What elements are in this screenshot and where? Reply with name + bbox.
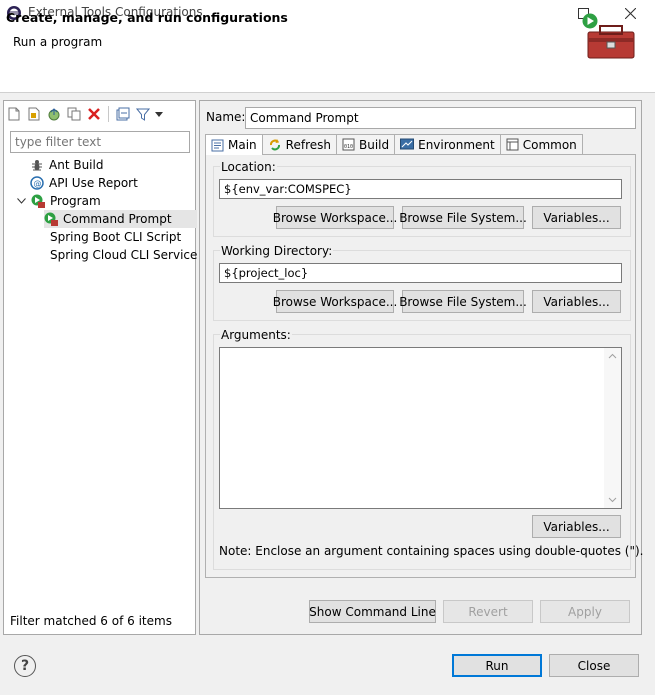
tab-common[interactable]: Common [499,134,583,154]
header-subtitle: Run a program [13,35,103,49]
location-browse-workspace-button[interactable]: Browse Workspace... [273,206,397,229]
svg-text:@: @ [34,179,42,188]
filter-status: Filter matched 6 of 6 items [10,614,172,628]
tree-item-label: Spring Cloud CLI Service [50,248,198,262]
arguments-scrollbar[interactable] [604,348,621,508]
program-icon [31,194,45,208]
filter-icon [136,108,150,121]
chevron-down-icon [155,111,163,117]
arguments-note: Note: Enclose an argument containing spa… [219,544,644,558]
filter-button[interactable] [134,105,152,123]
collapse-all-button[interactable] [114,105,132,123]
tab-main[interactable]: Main [205,134,263,155]
revert-button[interactable]: Revert [443,600,533,623]
delete-icon [88,108,100,120]
tab-build[interactable]: 010 Build [335,134,396,154]
arguments-label: Arguments: [220,328,292,342]
tree-item-label: Ant Build [49,158,104,172]
workdir-variables-button[interactable]: Variables... [532,290,621,313]
toolbox-run-icon [582,12,637,62]
apply-button[interactable]: Apply [540,600,630,623]
duplicate-button[interactable] [65,105,83,123]
ant-icon [30,158,44,172]
new-configuration-button[interactable] [5,105,23,123]
tab-label: Main [228,138,257,152]
tab-label: Common [522,137,577,152]
refresh-icon [269,138,280,150]
tree-item-label: Spring Boot CLI Script [50,230,182,244]
tree-item-command-prompt[interactable]: Command Prompt [44,210,198,228]
tab-label: Refresh [285,137,331,152]
filter-input[interactable] [10,131,190,153]
view-menu-button[interactable] [154,105,164,123]
help-icon[interactable]: ? [14,655,36,677]
working-directory-label: Working Directory: [220,244,334,258]
new-prototype-icon [28,107,40,121]
tab-label: Environment [418,137,495,152]
close-button[interactable]: Close [549,654,639,677]
location-label: Location: [220,160,277,174]
header-title: Create, manage, and run configurations [6,10,288,25]
program-icon [44,212,58,226]
api-report-icon: @ [30,176,44,190]
tree-item-label: Program [50,194,101,208]
collapse-all-icon [116,107,130,121]
svg-text:010: 010 [344,144,353,150]
main-tab-icon [211,139,224,151]
build-icon: 010 [342,138,355,151]
common-icon [506,138,519,151]
show-command-line-button[interactable]: Show Command Line [309,600,436,623]
workdir-browse-workspace-button[interactable]: Browse Workspace... [273,290,397,313]
working-directory-input[interactable] [219,263,622,283]
tree-item-spring-boot-cli-script[interactable]: Spring Boot CLI Script [50,228,197,246]
new-file-icon [8,107,20,121]
tree-item-ant-build[interactable]: Ant Build [30,156,197,174]
tree-item-spring-cloud-cli-service[interactable]: Spring Cloud CLI Service [50,246,197,264]
location-variables-button[interactable]: Variables... [532,206,621,229]
tab-refresh[interactable]: Refresh [261,134,337,154]
chevron-down-icon[interactable] [16,194,26,208]
environment-icon [400,138,415,150]
name-label: Name: [206,110,246,124]
arguments-textarea[interactable] [219,347,622,509]
tab-bar: Main Refresh 010 Build Environment Commo… [205,134,583,155]
location-input[interactable] [219,179,622,199]
export-icon [48,108,60,121]
export-button[interactable] [45,105,63,123]
configuration-tree: Ant Build @ API Use Report Program Comma… [13,156,198,264]
name-input[interactable] [245,107,636,129]
scroll-arrows-icon [608,353,617,503]
toolbar-separator [108,106,109,122]
tree-item-label: API Use Report [49,176,138,190]
tree-item-label: Command Prompt [63,212,172,226]
location-browse-filesystem-button[interactable]: Browse File System... [399,206,527,229]
tab-environment[interactable]: Environment [394,134,501,154]
tree-item-program[interactable]: Program [16,192,197,210]
arguments-variables-button[interactable]: Variables... [532,515,621,538]
tree-toolbar [5,104,164,124]
tab-label: Build [358,137,390,152]
duplicate-icon [67,107,81,121]
new-prototype-button[interactable] [25,105,43,123]
run-button[interactable]: Run [452,654,542,677]
workdir-browse-filesystem-button[interactable]: Browse File System... [399,290,527,313]
tree-item-api-use-report[interactable]: @ API Use Report [30,174,197,192]
delete-button[interactable] [85,105,103,123]
